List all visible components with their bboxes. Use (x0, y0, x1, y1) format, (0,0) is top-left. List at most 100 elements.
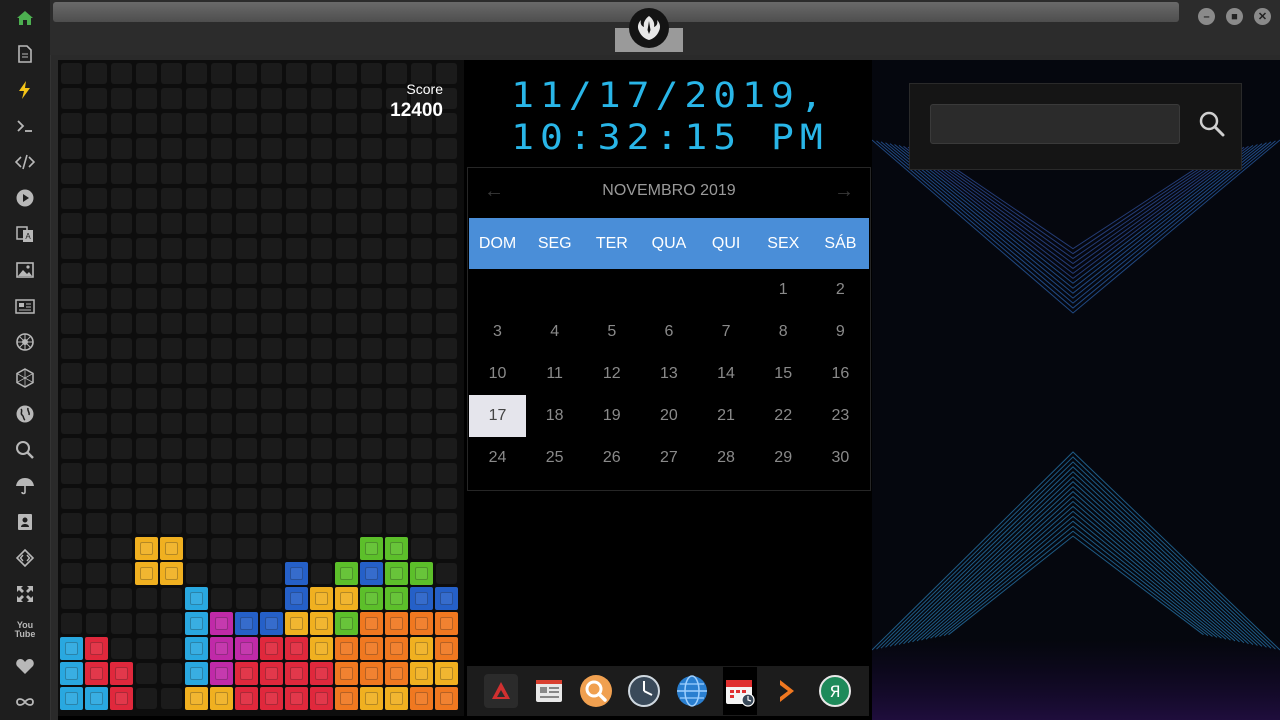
grid-cell (211, 563, 232, 584)
dock-clock-icon[interactable] (627, 674, 661, 708)
svg-text:A: A (25, 232, 31, 241)
umbrella-icon[interactable] (13, 474, 37, 498)
contact-card-icon[interactable] (13, 510, 37, 534)
dock-arch-icon[interactable] (483, 674, 518, 708)
grid-cell (336, 88, 357, 109)
jedi-icon[interactable] (13, 330, 37, 354)
play-icon[interactable] (13, 186, 37, 210)
address-bar[interactable] (53, 2, 1179, 22)
calendar-day[interactable]: 24 (469, 437, 526, 479)
calendar-day[interactable]: 14 (698, 353, 755, 395)
calendar-day[interactable]: 4 (526, 311, 583, 353)
weekday-0: DOM (478, 235, 517, 252)
calendar-day[interactable]: 21 (698, 395, 755, 437)
grid-cell (61, 613, 82, 634)
image-icon[interactable] (13, 258, 37, 282)
calendar-day[interactable]: 27 (640, 437, 697, 479)
calendar-day[interactable]: 12 (583, 353, 640, 395)
tetromino-block-magenta (235, 637, 258, 660)
calendar-day[interactable]: 25 (526, 437, 583, 479)
close-button[interactable]: ✕ (1254, 8, 1271, 25)
calendar-day[interactable]: 30 (812, 437, 869, 479)
calendar-day[interactable]: 28 (698, 437, 755, 479)
grid-cell (236, 338, 257, 359)
dock-news-reader-icon[interactable] (532, 674, 566, 708)
globe-icon[interactable] (13, 402, 37, 426)
grid-cell (261, 388, 282, 409)
calendar-day[interactable]: 18 (526, 395, 583, 437)
grid-cell (436, 563, 457, 584)
calendar-day[interactable]: 20 (640, 395, 697, 437)
grid-cell (386, 163, 407, 184)
grid-cell (61, 488, 82, 509)
infinity-icon[interactable] (13, 690, 37, 714)
dock-search-app-icon[interactable] (579, 674, 613, 708)
calendar-day[interactable]: 15 (755, 353, 812, 395)
calendar-day[interactable]: 19 (583, 395, 640, 437)
dock-yandex-icon[interactable]: Я (818, 674, 852, 708)
youtube-icon[interactable]: You Tube (13, 618, 37, 642)
calendar-day-today[interactable]: 17 (469, 395, 526, 437)
diamond-code-icon[interactable] (13, 546, 37, 570)
translate-icon[interactable]: A (13, 222, 37, 246)
calendar-day[interactable]: 9 (812, 311, 869, 353)
calendar-day[interactable]: 29 (755, 437, 812, 479)
calendar-day[interactable]: 8 (755, 311, 812, 353)
grid-cell (61, 238, 82, 259)
calendar-day[interactable]: 2 (812, 269, 869, 311)
calendar-day[interactable]: 11 (526, 353, 583, 395)
grid-cell (61, 313, 82, 334)
grid-cell (236, 588, 257, 609)
rebel-alliance-logo-icon[interactable] (629, 8, 669, 48)
terminal-icon[interactable] (13, 114, 37, 138)
calendar-day[interactable]: 26 (583, 437, 640, 479)
grid-cell (61, 588, 82, 609)
calendar-day[interactable]: 1 (755, 269, 812, 311)
tetromino-block-red (235, 687, 258, 710)
hexagon-icon[interactable] (13, 366, 37, 390)
tetromino-block-red (285, 687, 308, 710)
calendar-day[interactable]: 6 (640, 311, 697, 353)
grid-cell (111, 638, 132, 659)
tetris-board[interactable]: Score 12400 (58, 60, 464, 716)
grid-cell (361, 488, 382, 509)
grid-cell (311, 413, 332, 434)
search-input[interactable] (930, 104, 1180, 144)
heart-icon[interactable] (13, 654, 37, 678)
code-icon[interactable] (13, 150, 37, 174)
tetromino-block-orange (360, 662, 383, 685)
grid-cell (361, 113, 382, 134)
calendar-next-button[interactable]: → (834, 180, 854, 203)
fullscreen-icon[interactable] (13, 582, 37, 606)
news-icon[interactable] (13, 294, 37, 318)
document-icon[interactable] (13, 42, 37, 66)
grid-cell (186, 363, 207, 384)
dock-globe-icon[interactable] (675, 674, 709, 708)
calendar-day[interactable]: 5 (583, 311, 640, 353)
calendar-day[interactable]: 10 (469, 353, 526, 395)
grid-cell (86, 613, 107, 634)
tetromino-block-yellow (135, 562, 158, 585)
grid-cell (111, 188, 132, 209)
calendar-day[interactable]: 23 (812, 395, 869, 437)
grid-cell (286, 413, 307, 434)
calendar-day[interactable]: 16 (812, 353, 869, 395)
grid-cell (386, 238, 407, 259)
calendar-day[interactable]: 3 (469, 311, 526, 353)
calendar-day[interactable]: 13 (640, 353, 697, 395)
home-icon[interactable] (13, 6, 37, 30)
grid-cell (236, 163, 257, 184)
calendar-day[interactable]: 7 (698, 311, 755, 353)
dock-arrow-icon[interactable] (770, 674, 804, 708)
search-icon[interactable] (13, 438, 37, 462)
calendar-day[interactable]: 22 (755, 395, 812, 437)
tetromino-block-green (385, 587, 408, 610)
grid-cell (61, 113, 82, 134)
maximize-button[interactable]: ■ (1226, 8, 1243, 25)
grid-cell (86, 388, 107, 409)
dock-calendar-icon[interactable] (722, 667, 757, 715)
search-button[interactable] (1192, 104, 1232, 144)
score-label: Score (406, 81, 443, 97)
lightning-icon[interactable] (13, 78, 37, 102)
minimize-button[interactable]: – (1198, 8, 1215, 25)
